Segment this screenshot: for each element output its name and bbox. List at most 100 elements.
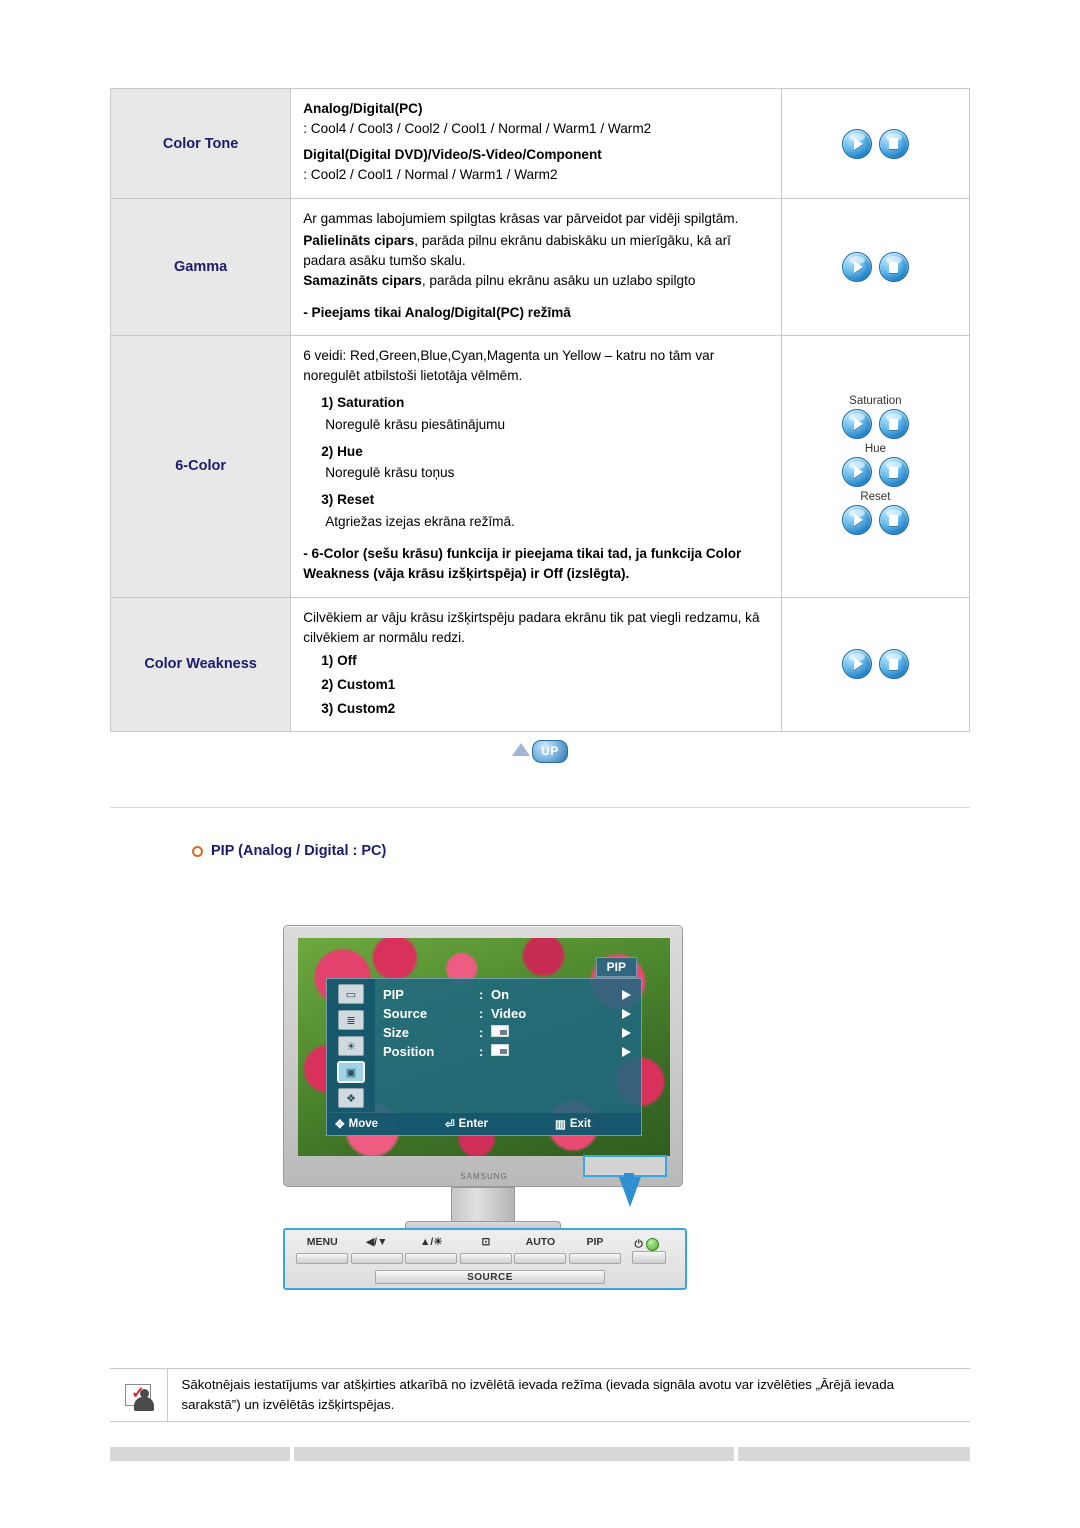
control-button-auto[interactable]: AUTO	[513, 1234, 568, 1264]
osd-footer-exit-label: Exit	[569, 1118, 591, 1130]
control-button-power[interactable]: ⏻	[622, 1237, 675, 1264]
osd-footer-exit: ▥ Exit	[555, 1117, 591, 1131]
play-button-icon[interactable]	[841, 128, 872, 159]
position-box-icon	[491, 1044, 509, 1056]
osd-row-value-box	[491, 1025, 622, 1040]
stop-button-icon[interactable]	[878, 649, 909, 680]
power-key[interactable]	[631, 1251, 666, 1264]
gamma-intro: Ar gammas labojumiem spilgtas krāsas var…	[303, 211, 739, 227]
play-button-icon[interactable]	[841, 252, 872, 283]
chevron-right-icon	[622, 1027, 631, 1038]
nav-button-pair	[788, 457, 963, 488]
osd-row-source[interactable]: Source : Video	[383, 1004, 635, 1023]
button-group-label-reset: Reset	[860, 491, 891, 504]
pip-heading-text: PIP (Analog / Digital : PC)	[211, 843, 387, 859]
control-key[interactable]	[405, 1253, 458, 1264]
control-key[interactable]	[514, 1253, 567, 1264]
control-buttons-row: MENU ◀/▼ ▲/☀ ⊡ AUTO PIP ⏻	[285, 1234, 685, 1264]
footer-bar-right	[738, 1447, 970, 1461]
row-buttons-color-weakness	[780, 596, 971, 732]
row-description-gamma: Ar gammas labojumiem spilgtas krāsas var…	[290, 198, 782, 337]
stop-button-icon[interactable]	[878, 409, 909, 440]
six-color-note: - 6-Color (sešu krāsu) funkcija ir pieej…	[303, 545, 742, 582]
osd-title: PIP	[595, 957, 637, 977]
button-group-saturation: Saturation	[788, 395, 963, 440]
row-label-gamma: Gamma	[109, 198, 292, 337]
color-weakness-intro: Cilvēkiem ar vāju krāsu izšķirtspēju pad…	[303, 609, 760, 645]
six-color-desc-saturation: Noregulē krāsu piesātinājumu	[325, 416, 506, 432]
control-button-pip[interactable]: PIP	[568, 1234, 623, 1264]
control-label-menu: MENU	[306, 1236, 338, 1248]
control-key[interactable]	[459, 1253, 512, 1264]
control-key[interactable]	[568, 1253, 621, 1264]
monitor-control-panel: MENU ◀/▼ ▲/☀ ⊡ AUTO PIP ⏻ SOURCE	[283, 1228, 687, 1290]
control-key[interactable]	[296, 1253, 349, 1264]
osd-row-size[interactable]: Size :	[383, 1023, 635, 1042]
brightness-icon[interactable]: ☀	[338, 1036, 364, 1056]
color-tone-analog-title: Analog/Digital(PC)	[303, 101, 423, 116]
control-key[interactable]	[350, 1253, 403, 1264]
chevron-right-icon	[622, 989, 631, 1000]
osd-row-value: On	[491, 987, 510, 1002]
color-tone-digital-values: : Cool2 / Cool1 / Normal / Warm1 / Warm2	[303, 166, 558, 182]
osd-footer-move-label: Move	[348, 1118, 379, 1130]
stop-button-icon[interactable]	[878, 505, 909, 536]
row-label-color-weakness: Color Weakness	[109, 596, 292, 732]
table-row: Color Weakness Cilvēkiem ar vāju krāsu i…	[109, 596, 971, 732]
chevron-right-icon	[622, 1046, 631, 1057]
control-button-brightness[interactable]: ▲/☀	[404, 1234, 459, 1264]
control-button-enter[interactable]: ⊡	[459, 1234, 514, 1264]
pip-icon[interactable]: ▣	[338, 1062, 364, 1082]
row-description-6-color: 6 veidi: Red,Green,Blue,Cyan,Magenta un …	[290, 335, 782, 598]
setup-icon[interactable]: ❖	[338, 1088, 364, 1108]
osd-row-position[interactable]: Position :	[383, 1042, 635, 1061]
gamma-decrease-rest: , parāda pilnu ekrānu asāku un uzlabo sp…	[421, 272, 696, 288]
row-buttons-6-color: Saturation Hue Reset	[780, 335, 971, 598]
nav-button-pair	[788, 505, 963, 536]
osd-row-separator: :	[479, 1025, 484, 1040]
osd-footer: ✥ Move ⏎ Enter ▥ Exit	[327, 1113, 641, 1135]
note-text: Sākotnējais iestatījums var atšķirties a…	[181, 1377, 894, 1412]
osd-row-value: Video	[491, 1006, 527, 1021]
osd-row-key: Position	[383, 1044, 435, 1059]
play-button-icon[interactable]	[841, 649, 872, 680]
row-label-color-tone: Color Tone	[109, 87, 292, 200]
control-label-auto: AUTO	[525, 1236, 556, 1248]
play-button-icon[interactable]	[841, 457, 872, 488]
pointer-arrow-icon	[619, 1177, 641, 1207]
row-description-color-tone: Analog/Digital(PC) : Cool4 / Cool3 / Coo…	[290, 87, 782, 200]
gamma-note: - Pieejams tikai Analog/Digital(PC) režī…	[303, 304, 571, 320]
color-tone-digital-title: Digital(Digital DVD)/Video/S-Video/Compo…	[303, 146, 602, 162]
nav-button-pair	[788, 252, 963, 283]
control-button-volume[interactable]: ◀/▼	[350, 1234, 405, 1264]
button-group-reset: Reset	[788, 491, 963, 536]
six-color-item-saturation: 1) Saturation	[321, 394, 405, 410]
stop-button-icon[interactable]	[878, 128, 909, 159]
osd-row-separator: :	[479, 1044, 484, 1059]
up-button-label: UP	[532, 740, 568, 763]
control-label-enter: ⊡	[481, 1236, 491, 1248]
row-buttons-gamma	[780, 198, 971, 337]
six-color-item-hue: 2) Hue	[321, 443, 363, 459]
enter-icon: ⏎	[445, 1119, 455, 1131]
osd-icon-column: ▭ ≣ ☀ ▣ ❖	[327, 979, 375, 1112]
up-button[interactable]: UP	[512, 740, 568, 763]
nav-button-pair	[788, 649, 963, 680]
osd-row-separator: :	[479, 1006, 484, 1021]
note-box: Sākotnējais iestatījums var atšķirties a…	[110, 1368, 970, 1422]
control-label-power: ⏻	[634, 1238, 643, 1250]
picture-icon[interactable]: ▭	[338, 984, 364, 1004]
sliders-icon[interactable]: ≣	[338, 1010, 364, 1030]
play-button-icon[interactable]	[841, 409, 872, 440]
settings-table: Color Tone Analog/Digital(PC) : Cool4 / …	[109, 87, 971, 732]
stop-button-icon[interactable]	[878, 252, 909, 283]
play-button-icon[interactable]	[841, 505, 872, 536]
button-group-hue: Hue	[788, 443, 963, 488]
source-button[interactable]: SOURCE	[375, 1270, 605, 1284]
gamma-increase: Palielināts cipars, parāda pilnu ekrānu …	[303, 231, 769, 271]
stop-button-icon[interactable]	[878, 457, 909, 488]
osd-footer-enter-label: Enter	[458, 1118, 489, 1130]
control-button-menu[interactable]: MENU	[295, 1234, 350, 1264]
osd-row-pip[interactable]: PIP : On	[383, 985, 635, 1004]
size-box-icon	[491, 1025, 509, 1037]
